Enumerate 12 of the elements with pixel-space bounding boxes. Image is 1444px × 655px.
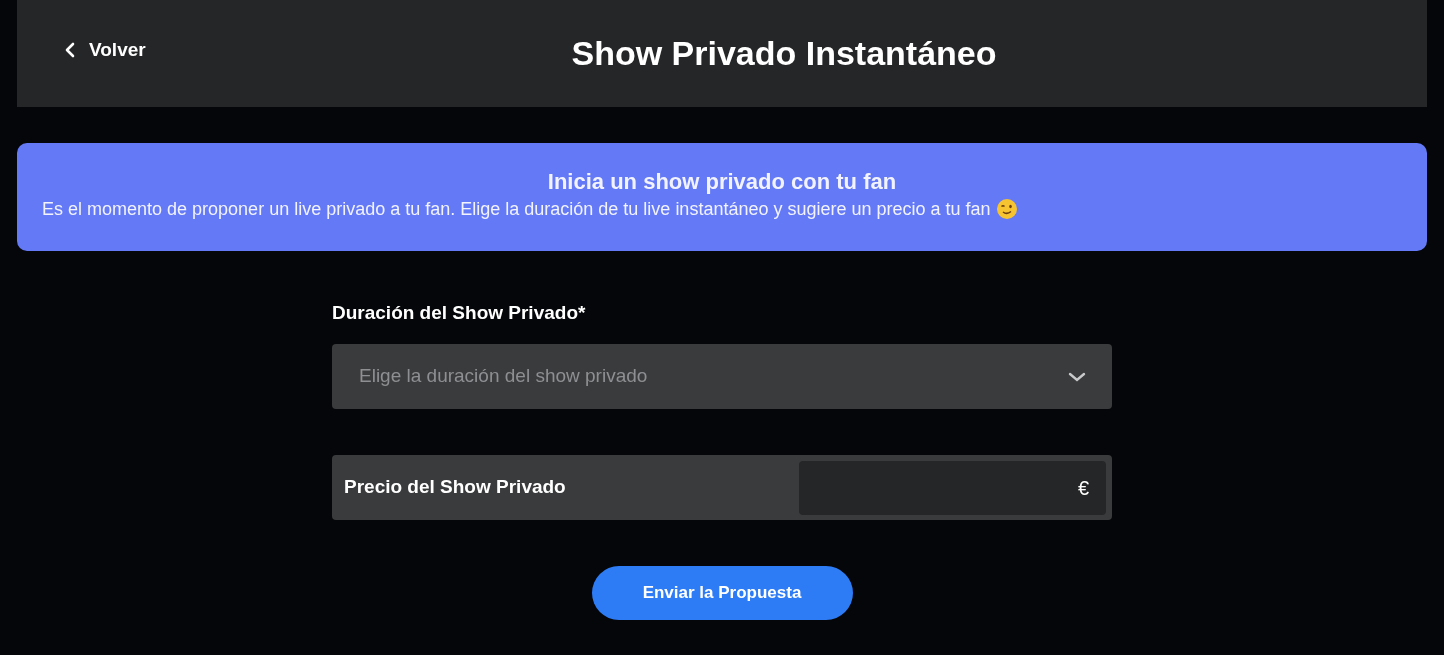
- banner-text: Es el momento de proponer un live privado a tu fan. Elige la duración de tu live instantáneo y sugiere un precio a tu fan: [42, 198, 991, 221]
- chevron-left-icon: [65, 42, 75, 59]
- winking-face-icon: [995, 198, 1018, 220]
- submit-button[interactable]: Enviar la Propuesta: [591, 566, 853, 620]
- price-label: Precio del Show Privado: [344, 475, 566, 500]
- duration-label: Duración del Show Privado*: [332, 302, 587, 324]
- banner-title: Inicia un show privado con tu fan: [546, 169, 898, 195]
- price-input[interactable]: €: [799, 460, 1106, 515]
- chevron-down-icon: [1068, 371, 1086, 382]
- back-link[interactable]: Volver: [65, 36, 146, 65]
- currency-symbol: €: [1077, 475, 1089, 501]
- page-title: Show Privado Instantáneo: [570, 33, 997, 74]
